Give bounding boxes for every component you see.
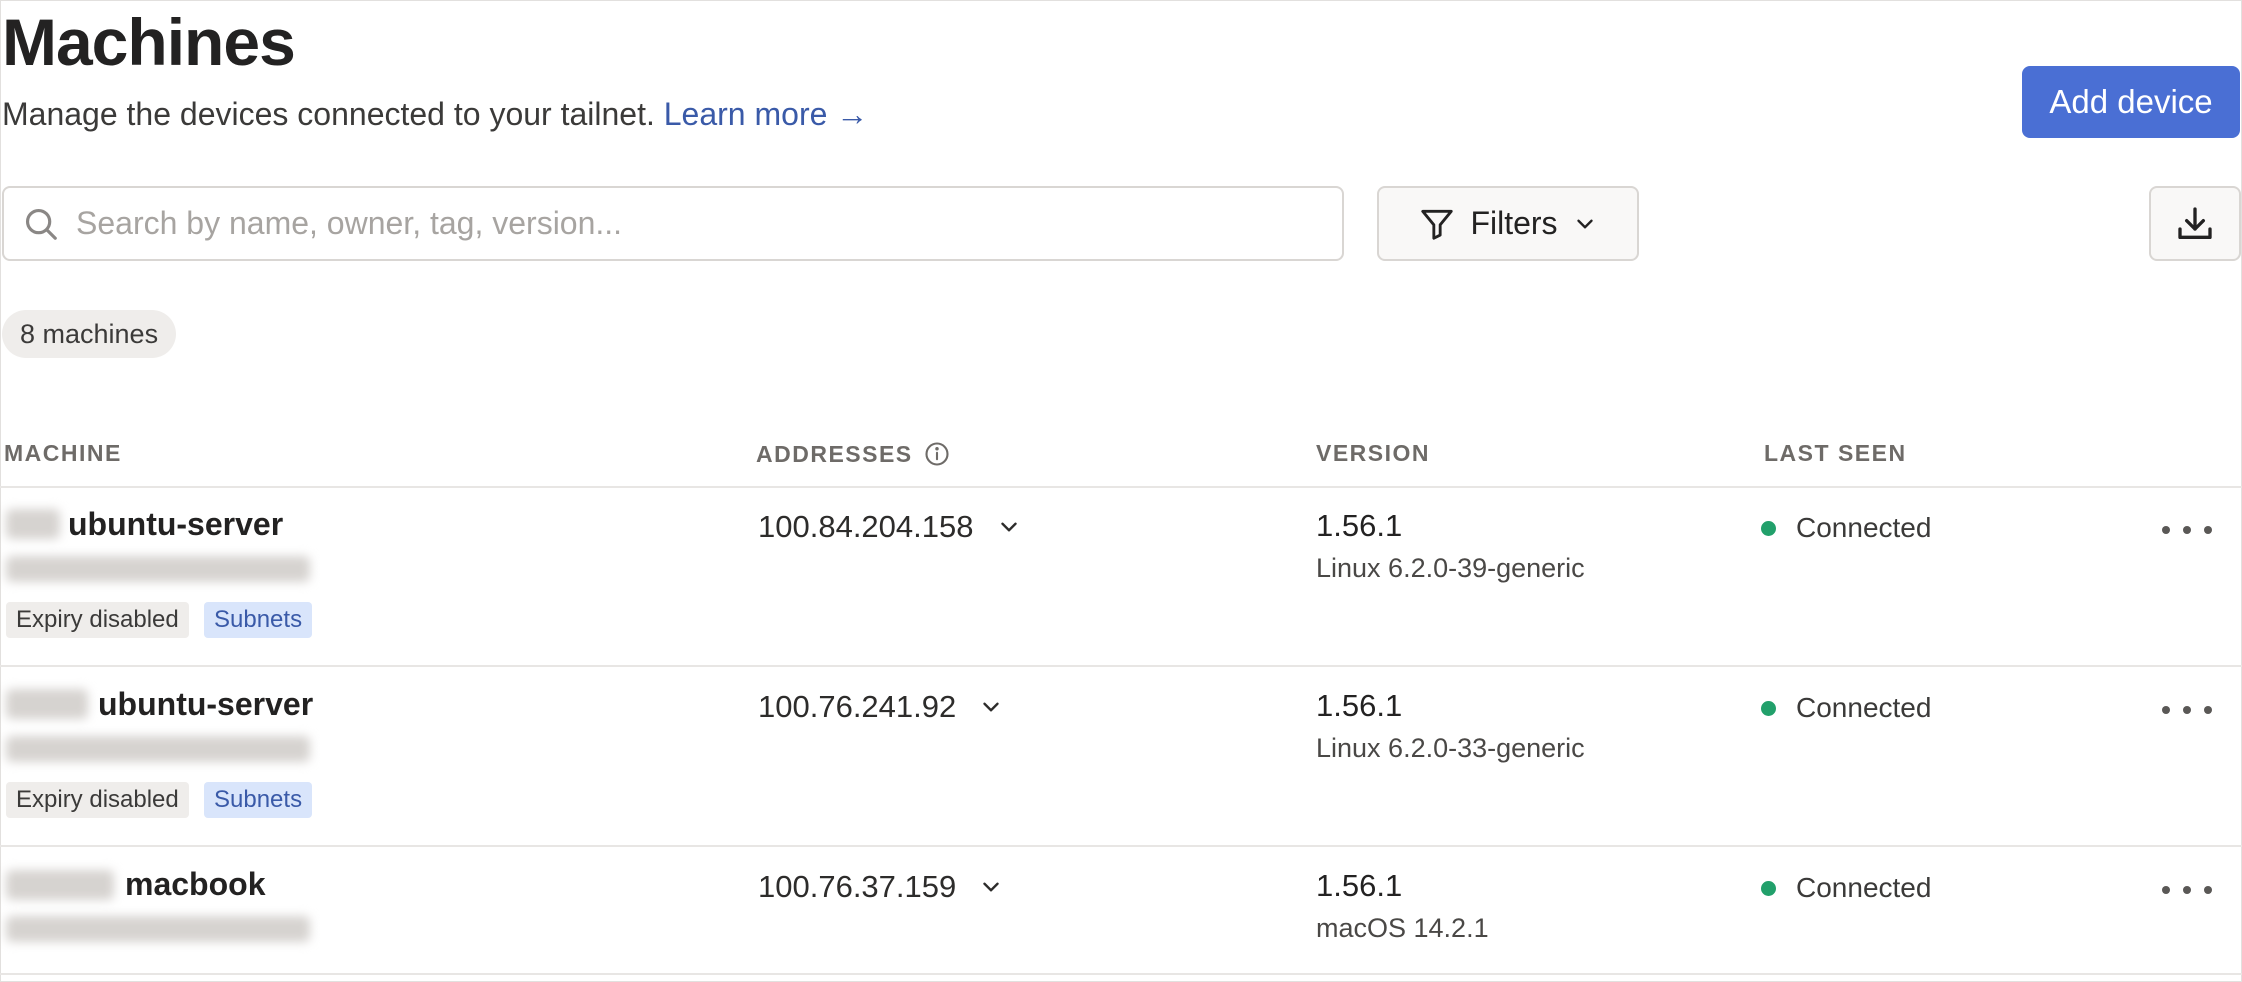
status-dot	[1761, 880, 1776, 896]
address-dropdown[interactable]: 100.76.241.92	[758, 689, 1004, 725]
address-dropdown[interactable]: 100.84.204.158	[758, 509, 1022, 545]
page-subtitle: Manage the devices connected to your tai…	[2, 96, 868, 133]
machine-count-badge: 8 machines	[2, 310, 177, 358]
more-actions-icon[interactable]	[2162, 515, 2212, 545]
more-actions-icon[interactable]	[2162, 695, 2212, 725]
status-indicator: Connected	[1761, 692, 1931, 724]
redacted-owner-prefix	[6, 509, 60, 539]
filter-icon	[1421, 209, 1454, 240]
filters-button[interactable]: Filters	[1377, 186, 1639, 261]
chevron-down-icon	[1576, 219, 1593, 228]
status-dot	[1761, 700, 1776, 716]
tag-expiry-disabled: Expiry disabled	[6, 782, 189, 818]
status-indicator: Connected	[1761, 512, 1931, 544]
redacted-owner-email	[6, 736, 310, 762]
tag-subnets: Subnets	[204, 782, 313, 818]
chevron-down-icon	[983, 882, 999, 892]
redacted-owner-prefix	[6, 870, 114, 900]
tag-subnets: Subnets	[204, 602, 313, 638]
column-header-version[interactable]: VERSION	[1316, 440, 1430, 467]
machine-name[interactable]: ubuntu-server	[98, 686, 313, 723]
status-text: Connected	[1796, 512, 1932, 543]
redacted-owner-prefix	[6, 689, 88, 719]
address-dropdown[interactable]: 100.76.37.159	[758, 869, 1004, 905]
tag-expiry-disabled: Expiry disabled	[6, 602, 189, 638]
client-version: 1.56.1	[1316, 688, 1403, 723]
status-text: Connected	[1796, 872, 1932, 903]
table-divider	[0, 845, 2242, 847]
download-icon	[2178, 206, 2212, 239]
download-button[interactable]	[2149, 186, 2241, 261]
ip-address: 100.76.241.92	[758, 689, 957, 724]
os-version: Linux 6.2.0-39-generic	[1316, 553, 1585, 583]
learn-more-link[interactable]: Learn more →	[664, 96, 869, 132]
chevron-down-icon	[983, 702, 999, 712]
add-device-button[interactable]: Add device	[2022, 66, 2240, 138]
table-divider	[0, 486, 2242, 488]
os-version: macOS 14.2.1	[1316, 913, 1489, 943]
ip-address: 100.76.37.159	[758, 869, 957, 904]
info-icon[interactable]	[923, 440, 951, 468]
status-text: Connected	[1796, 692, 1932, 723]
chevron-down-icon	[1000, 522, 1017, 532]
table-divider	[0, 665, 2242, 667]
machine-name[interactable]: ubuntu-server	[68, 506, 283, 543]
status-indicator: Connected	[1761, 872, 1931, 904]
status-dot	[1761, 520, 1776, 536]
os-version: Linux 6.2.0-33-generic	[1316, 733, 1585, 763]
table-divider	[0, 973, 2242, 975]
column-header-machine[interactable]: MACHINE	[4, 440, 122, 467]
redacted-owner-email	[6, 916, 310, 942]
search-input[interactable]	[76, 205, 1276, 242]
column-header-addresses[interactable]: ADDRESSES	[756, 440, 951, 468]
ip-address: 100.84.204.158	[758, 509, 974, 544]
redacted-owner-email	[6, 556, 310, 582]
filters-label: Filters	[1470, 205, 1558, 241]
client-version: 1.56.1	[1316, 868, 1403, 903]
machine-name[interactable]: macbook	[125, 866, 265, 903]
subtitle-text: Manage the devices connected to your tai…	[2, 96, 655, 132]
column-header-last-seen[interactable]: LAST SEEN	[1764, 440, 1907, 467]
page-title: Machines	[2, 5, 296, 79]
addresses-header-label: ADDRESSES	[756, 440, 913, 467]
search-icon	[25, 208, 57, 240]
search-box	[2, 186, 1344, 261]
page-frame	[0, 0, 2242, 982]
more-actions-icon[interactable]	[2162, 875, 2212, 905]
client-version: 1.56.1	[1316, 508, 1403, 543]
